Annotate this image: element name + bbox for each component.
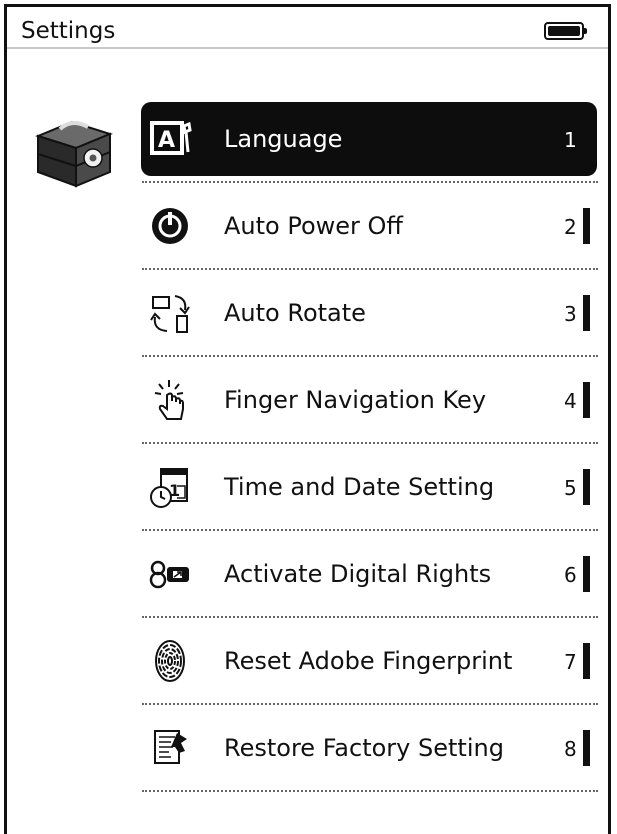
menu-item-restore-factory-setting[interactable]: Restore Factory Setting 8 bbox=[141, 711, 599, 792]
scroll-marker bbox=[583, 730, 590, 766]
menu-item-time-and-date-setting[interactable]: 1 Time and Date Setting 5 bbox=[141, 450, 599, 531]
menu-item-number: 2 bbox=[564, 215, 577, 239]
menu-item-number: 7 bbox=[564, 650, 577, 674]
selection-highlight bbox=[141, 102, 597, 176]
menu-item-number: 1 bbox=[564, 128, 577, 152]
digital-rights-icon bbox=[149, 560, 189, 589]
divider bbox=[142, 790, 598, 792]
menu-item-number: 6 bbox=[564, 563, 577, 587]
scroll-marker bbox=[583, 382, 590, 418]
divider bbox=[142, 703, 598, 705]
menu-item-label: Finger Navigation Key bbox=[224, 386, 487, 414]
page-title: Settings bbox=[21, 18, 116, 44]
menu-item-label: Activate Digital Rights bbox=[224, 560, 492, 588]
scroll-marker bbox=[583, 208, 590, 244]
fingerprint-icon bbox=[155, 640, 185, 682]
divider bbox=[142, 355, 598, 357]
divider bbox=[142, 529, 598, 531]
rotate-icon bbox=[150, 295, 190, 333]
power-icon bbox=[152, 208, 188, 244]
finger-tap-icon bbox=[154, 380, 184, 420]
menu-item-label: Auto Power Off bbox=[224, 212, 403, 240]
scroll-marker bbox=[583, 469, 590, 505]
menu-item-auto-rotate[interactable]: Auto Rotate 3 bbox=[141, 276, 599, 357]
restore-factory-icon bbox=[154, 730, 187, 764]
menu-item-auto-power-off[interactable]: Auto Power Off 2 bbox=[141, 189, 599, 270]
divider bbox=[142, 268, 598, 270]
scroll-marker bbox=[583, 643, 590, 679]
menu-item-number: 4 bbox=[564, 389, 577, 413]
menu-item-label: Restore Factory Setting bbox=[224, 734, 504, 762]
settings-toolbox-icon bbox=[35, 120, 113, 188]
menu-item-finger-navigation-key[interactable]: Finger Navigation Key 4 bbox=[141, 363, 599, 444]
menu-item-label: Auto Rotate bbox=[224, 299, 366, 327]
scroll-marker bbox=[583, 556, 590, 592]
divider bbox=[142, 442, 598, 444]
menu-item-label: Language bbox=[224, 125, 343, 153]
svg-text:A: A bbox=[158, 128, 175, 153]
menu-item-reset-adobe-fingerprint[interactable]: Reset Adobe Fingerprint 7 bbox=[141, 624, 599, 705]
title-bar: Settings bbox=[7, 7, 608, 49]
divider bbox=[142, 616, 598, 618]
menu-item-number: 5 bbox=[564, 476, 577, 500]
menu-item-label: Time and Date Setting bbox=[224, 473, 495, 501]
menu-item-activate-digital-rights[interactable]: Activate Digital Rights 6 bbox=[141, 537, 599, 618]
menu-item-number: 3 bbox=[564, 302, 577, 326]
calendar-clock-icon: 1 bbox=[150, 468, 188, 508]
menu-item-number: 8 bbox=[564, 737, 577, 761]
battery-full-icon bbox=[544, 22, 587, 40]
scroll-marker bbox=[583, 295, 590, 331]
language-icon: A bbox=[150, 121, 192, 155]
menu-item-language[interactable]: A Language 1 bbox=[141, 102, 599, 183]
menu-item-label: Reset Adobe Fingerprint bbox=[224, 647, 513, 675]
divider bbox=[142, 181, 598, 183]
